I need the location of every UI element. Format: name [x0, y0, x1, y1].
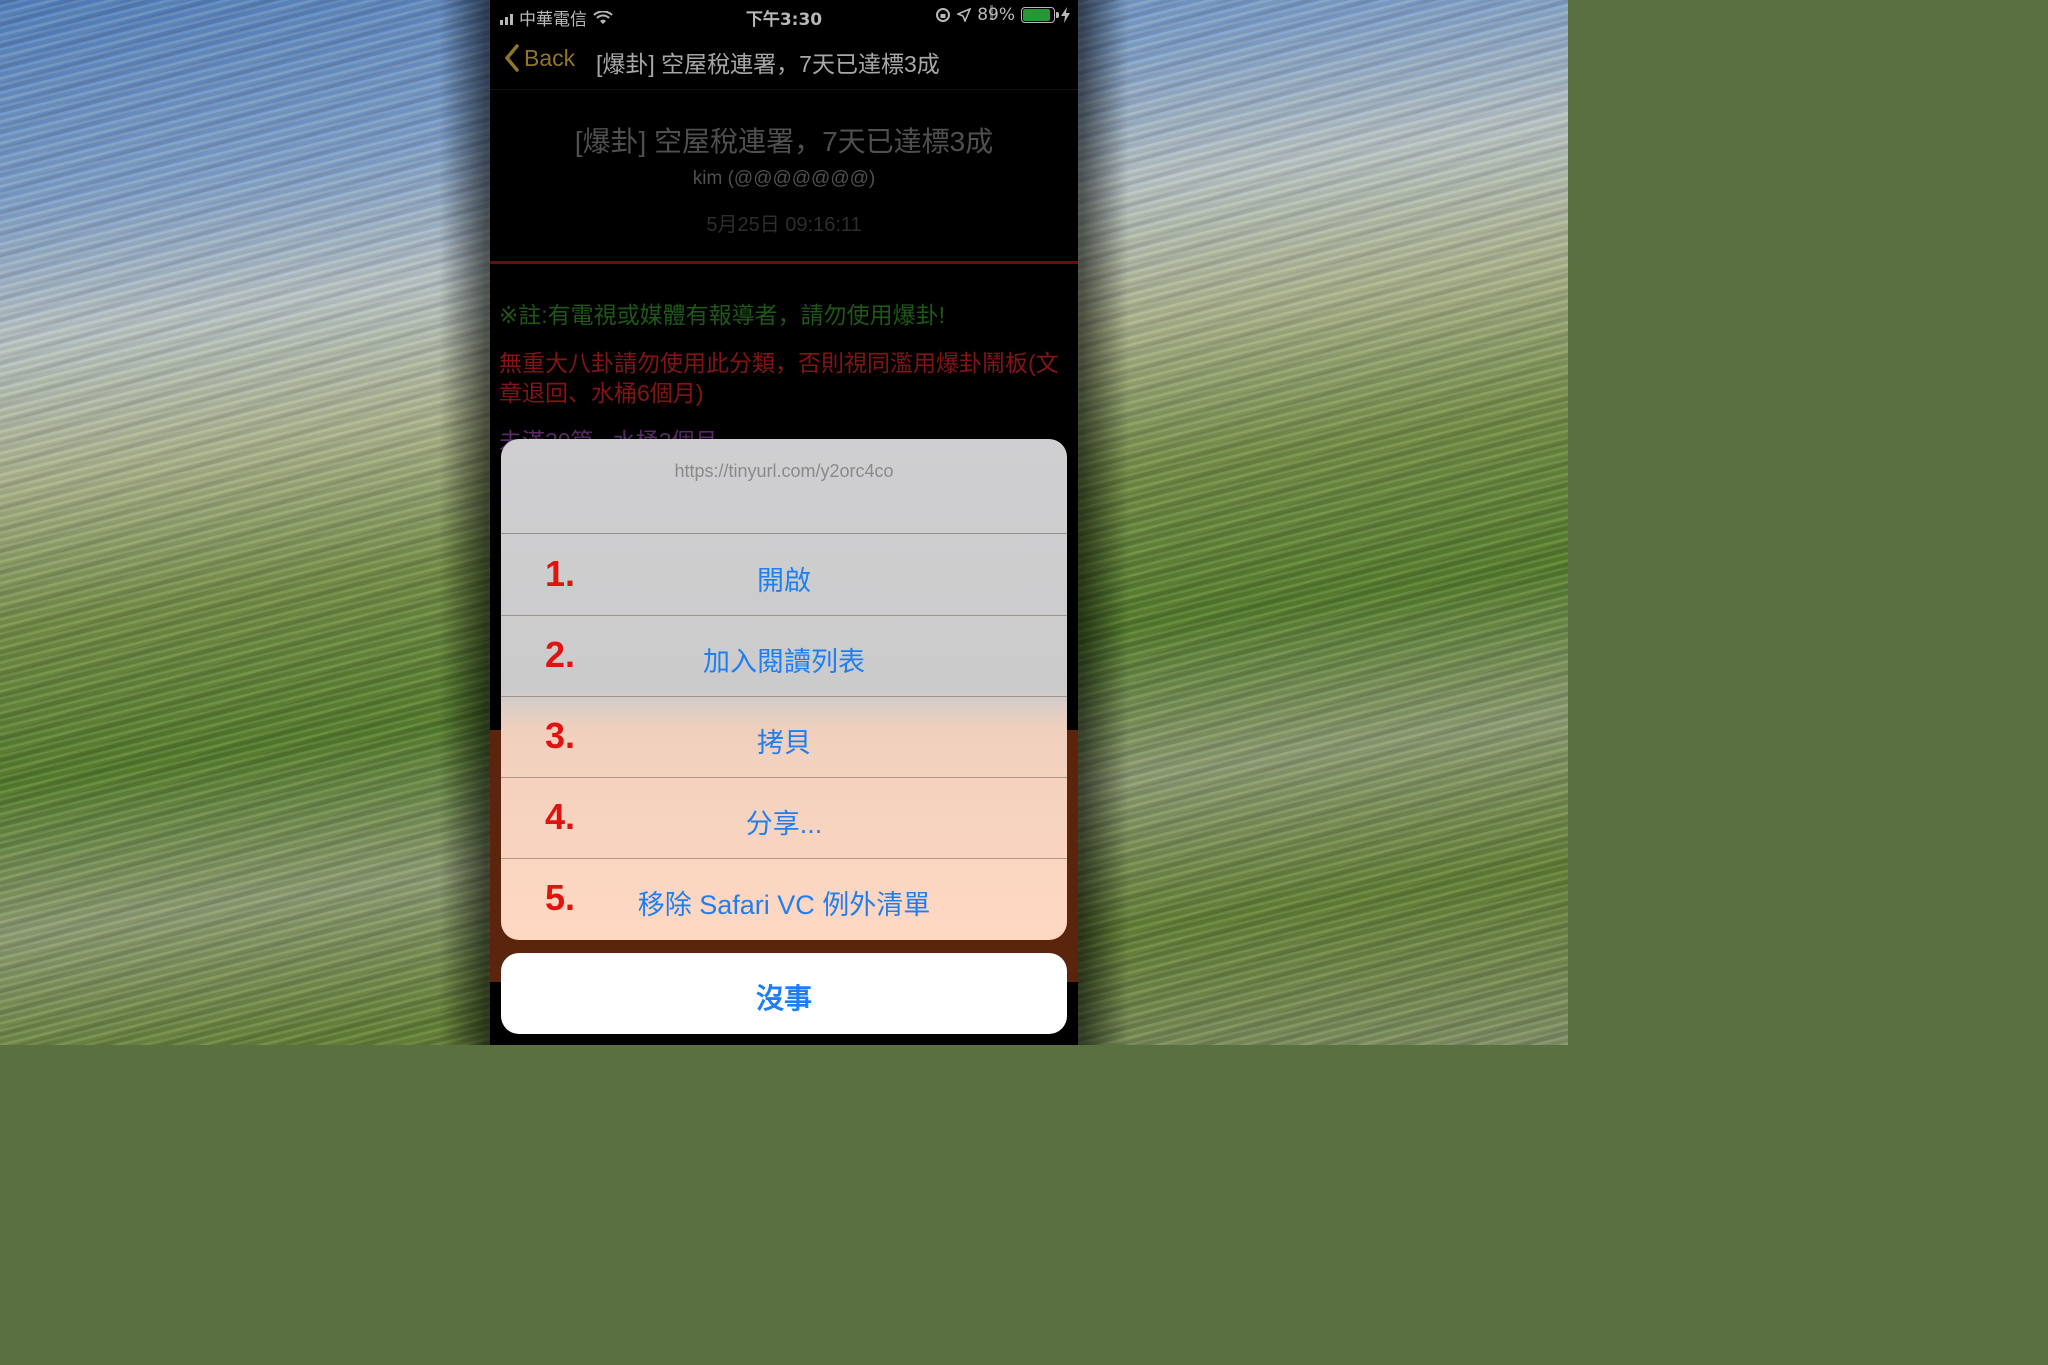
action-add-reading-list[interactable]: 2. 加入閱讀列表	[501, 616, 1067, 697]
action-sheet-url: https://tinyurl.com/y2orc4co	[674, 461, 894, 481]
action-sheet-header: https://tinyurl.com/y2orc4co	[501, 439, 1067, 534]
action-share[interactable]: 4. 分享...	[501, 778, 1067, 859]
item-label: 拷貝	[757, 728, 811, 758]
item-label: 移除 Safari VC 例外清單	[637, 890, 931, 920]
action-remove-safari-vc-exception[interactable]: 5. 移除 Safari VC 例外清單	[501, 859, 1067, 940]
action-sheet: https://tinyurl.com/y2orc4co 1. 開啟 2. 加入…	[501, 439, 1067, 940]
cancel-button[interactable]: 沒事	[501, 953, 1067, 1034]
action-copy[interactable]: 3. 拷貝	[501, 697, 1067, 778]
item-label: 加入閱讀列表	[703, 647, 865, 677]
item-label: 分享...	[745, 809, 823, 839]
item-label: 開啟	[757, 566, 811, 596]
action-open[interactable]: 1. 開啟	[501, 535, 1067, 616]
cancel-label: 沒事	[755, 983, 812, 1014]
